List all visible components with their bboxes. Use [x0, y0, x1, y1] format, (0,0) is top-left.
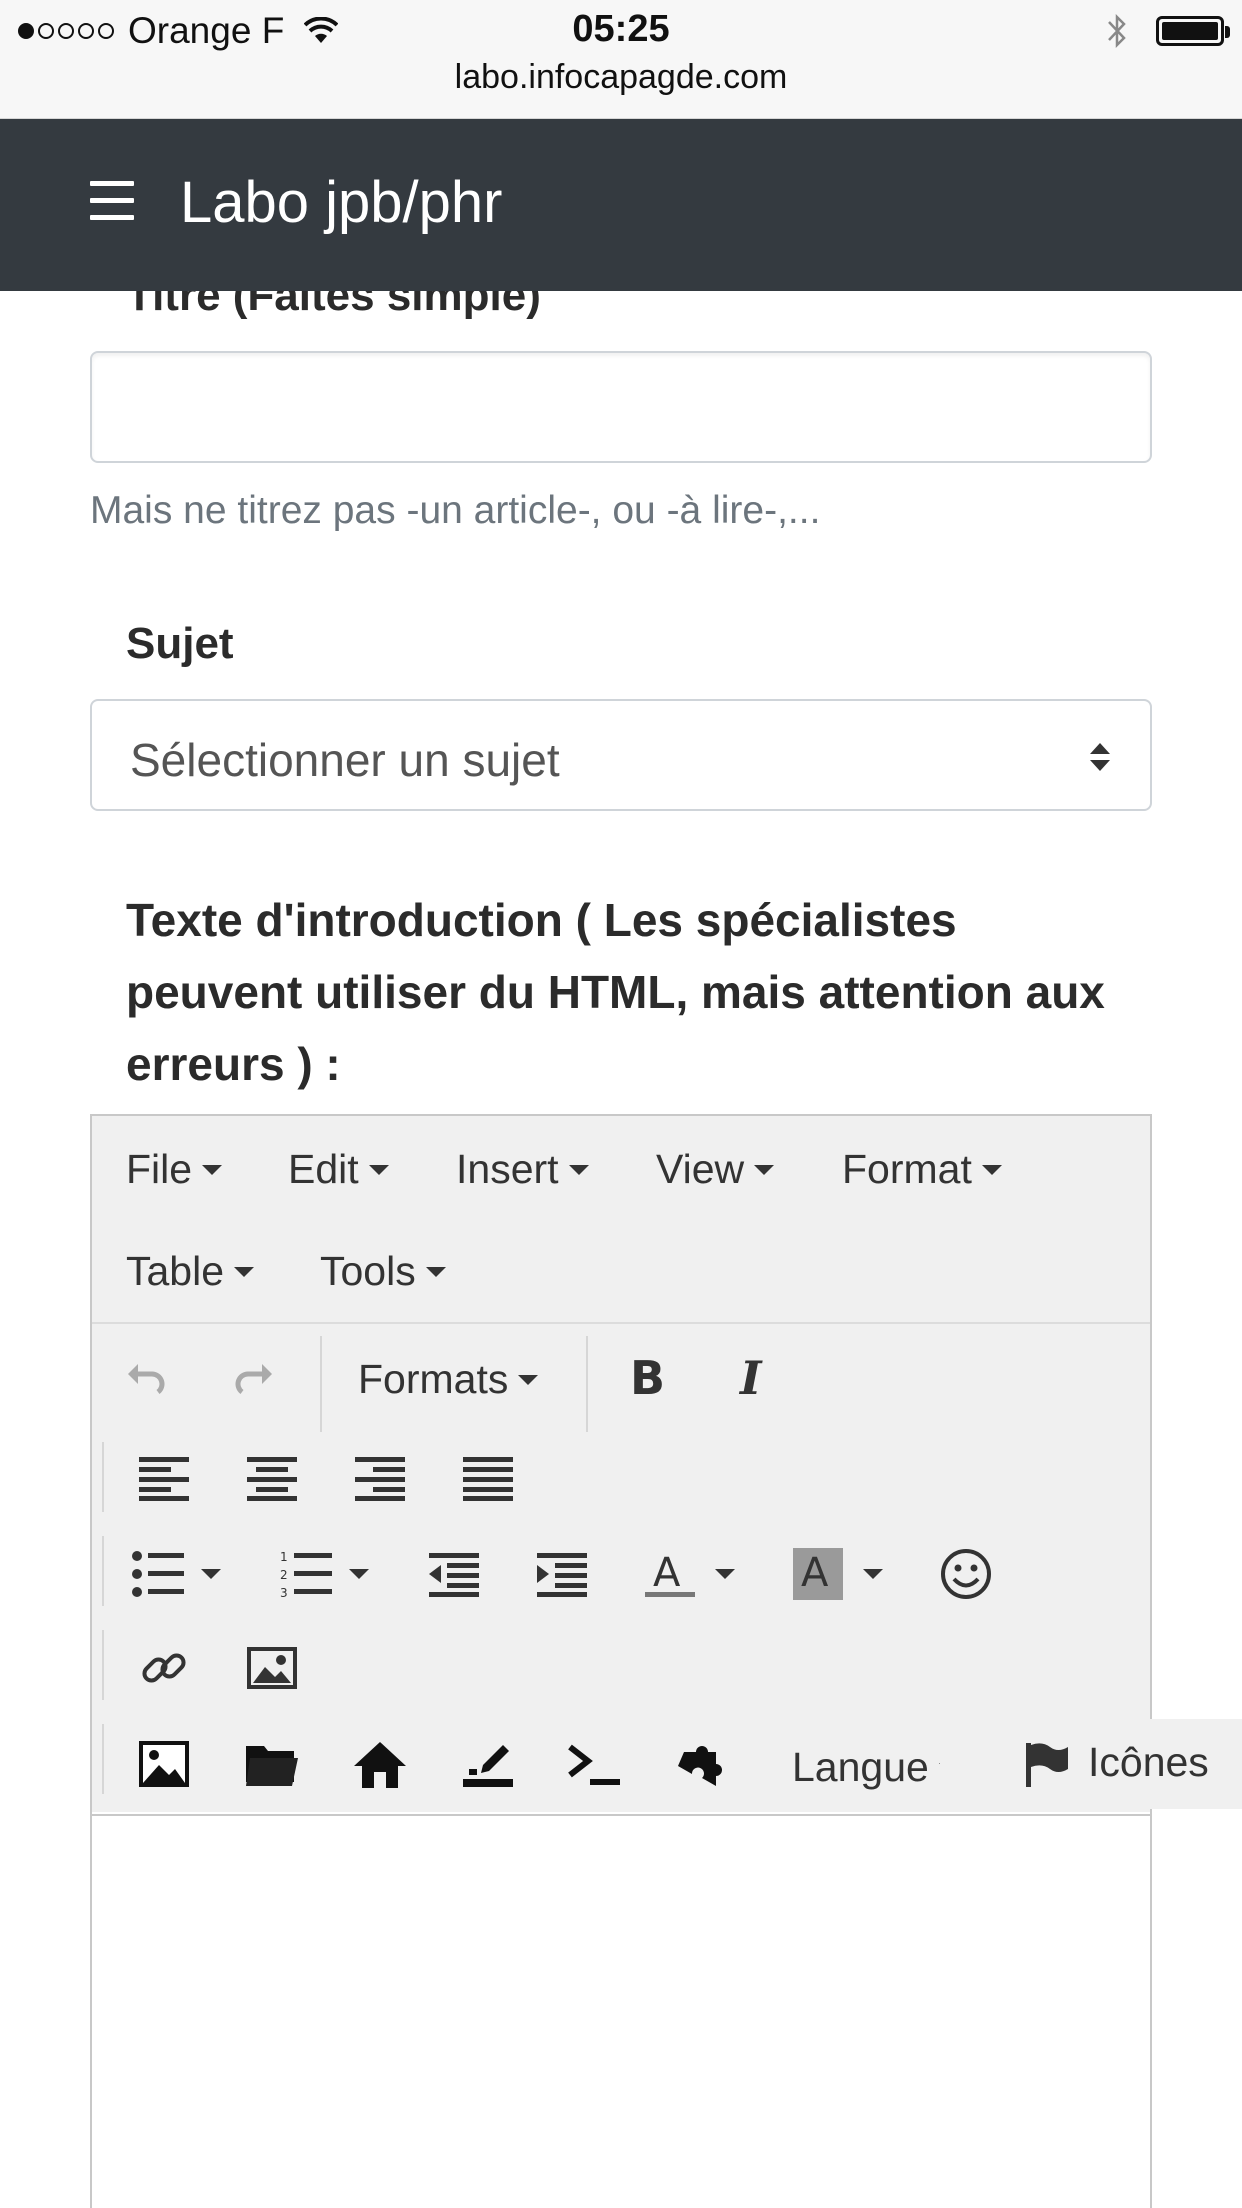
menu-tools-label: Tools	[320, 1248, 416, 1294]
toolbar-separator	[320, 1336, 322, 1432]
page-content: Titre (Faites simple) Mais ne titrez pas…	[0, 291, 1242, 2208]
menu-view-label: View	[656, 1146, 745, 1192]
menu-format[interactable]: Format	[842, 1146, 1002, 1193]
menu-edit-label: Edit	[288, 1146, 359, 1192]
terminal-icon[interactable]	[562, 1732, 626, 1796]
chevron-down-icon[interactable]	[196, 1542, 226, 1606]
hamburger-icon[interactable]	[90, 181, 134, 225]
title-label: Titre (Faites simple)	[126, 291, 541, 320]
rich-text-editor: File Edit Insert View Format Table Tools…	[90, 1114, 1152, 2208]
flag-icon	[1026, 1743, 1068, 1787]
chevron-down-icon[interactable]	[858, 1542, 888, 1606]
text-color-icon[interactable]: A	[638, 1542, 702, 1606]
chevron-down-icon	[368, 1164, 389, 1175]
toolbar-row-divider	[102, 1630, 104, 1700]
select-arrows-icon	[1090, 743, 1110, 771]
chevron-down-icon	[234, 1266, 255, 1277]
menu-insert[interactable]: Insert	[456, 1146, 589, 1193]
title-input[interactable]	[90, 351, 1152, 463]
title-help-text: Mais ne titrez pas -un article-, ou -à l…	[90, 489, 821, 532]
outdent-icon[interactable]	[422, 1542, 486, 1606]
background-color-icon[interactable]: A	[786, 1542, 850, 1606]
numbered-list-icon[interactable]: 1 2 3	[274, 1542, 338, 1606]
menu-tools[interactable]: Tools	[320, 1248, 446, 1295]
icones-label: Icônes	[1088, 1739, 1209, 1785]
toolbar-separator	[586, 1336, 588, 1432]
indent-icon[interactable]	[530, 1542, 594, 1606]
menu-insert-label: Insert	[456, 1146, 559, 1192]
svg-text:3: 3	[280, 1586, 288, 1598]
image-icon[interactable]	[240, 1636, 304, 1700]
upload-icon[interactable]	[456, 1732, 520, 1796]
bluetooth-icon	[1108, 13, 1126, 49]
picture-icon[interactable]	[132, 1732, 196, 1796]
menu-edit[interactable]: Edit	[288, 1146, 389, 1193]
menu-table[interactable]: Table	[126, 1248, 255, 1295]
align-left-icon[interactable]	[132, 1446, 196, 1510]
svg-text:A: A	[801, 1550, 829, 1596]
toolbar-row-divider	[102, 1442, 104, 1512]
menu-table-label: Table	[126, 1248, 225, 1294]
address-bar[interactable]: labo.infocapagde.com	[0, 58, 1242, 97]
bold-icon[interactable]: B	[614, 1344, 678, 1408]
link-icon[interactable]	[132, 1636, 196, 1700]
formats-dropdown[interactable]: Formats	[358, 1356, 539, 1403]
site-brand[interactable]: Labo jpb/phr	[180, 169, 502, 236]
langue-label: Langue	[792, 1744, 929, 1790]
subject-label: Sujet	[126, 619, 234, 668]
menu-view[interactable]: View	[656, 1146, 775, 1193]
svg-text:A: A	[653, 1550, 681, 1596]
editor-body[interactable]	[92, 1814, 1150, 2208]
align-right-icon[interactable]	[348, 1446, 412, 1510]
toolbar-row-divider	[102, 1536, 104, 1606]
undo-icon[interactable]	[114, 1344, 178, 1408]
clock: 05:25	[572, 8, 670, 50]
ios-status-bar: Orange F 05:25 labo.infocapagde.com	[0, 0, 1242, 119]
svg-text:I: I	[738, 1352, 763, 1400]
puzzle-icon[interactable]	[670, 1732, 734, 1796]
chevron-down-icon[interactable]	[344, 1542, 374, 1606]
langue-dropdown[interactable]: Langue	[792, 1744, 959, 1791]
top-navbar: Labo jpb/phr	[0, 119, 1242, 291]
align-center-icon[interactable]	[240, 1446, 304, 1510]
subject-selected-value: Sélectionner un sujet	[130, 734, 560, 786]
menu-format-label: Format	[842, 1146, 972, 1192]
battery-icon	[1156, 16, 1230, 46]
align-justify-icon[interactable]	[456, 1446, 520, 1510]
chevron-down-icon	[202, 1164, 223, 1175]
folder-icon[interactable]	[240, 1732, 304, 1796]
chevron-down-icon[interactable]	[710, 1542, 740, 1606]
icones-button[interactable]: Icônes	[940, 1719, 1242, 1809]
svg-text:2: 2	[280, 1568, 288, 1582]
italic-icon[interactable]: I	[722, 1344, 786, 1408]
intro-label: Texte d'introduction ( Les spécialistes …	[126, 894, 1105, 1090]
subject-select[interactable]: Sélectionner un sujet	[90, 699, 1152, 811]
svg-text:1: 1	[280, 1550, 288, 1564]
chevron-down-icon	[518, 1374, 539, 1385]
home-icon[interactable]	[348, 1732, 412, 1796]
chevron-down-icon	[568, 1164, 589, 1175]
chevron-down-icon	[754, 1164, 775, 1175]
chevron-down-icon	[981, 1164, 1002, 1175]
menu-file[interactable]: File	[126, 1146, 223, 1193]
formats-label: Formats	[358, 1356, 509, 1402]
toolbar-row-divider	[102, 1724, 104, 1794]
editor-menubar: File Edit Insert View Format Table Tools	[92, 1116, 1150, 1324]
bullet-list-icon[interactable]	[126, 1542, 190, 1606]
emoticon-icon[interactable]	[934, 1542, 998, 1606]
chevron-down-icon	[425, 1266, 446, 1277]
menu-file-label: File	[126, 1146, 193, 1192]
redo-icon[interactable]	[222, 1344, 286, 1408]
svg-text:B: B	[630, 1352, 665, 1400]
